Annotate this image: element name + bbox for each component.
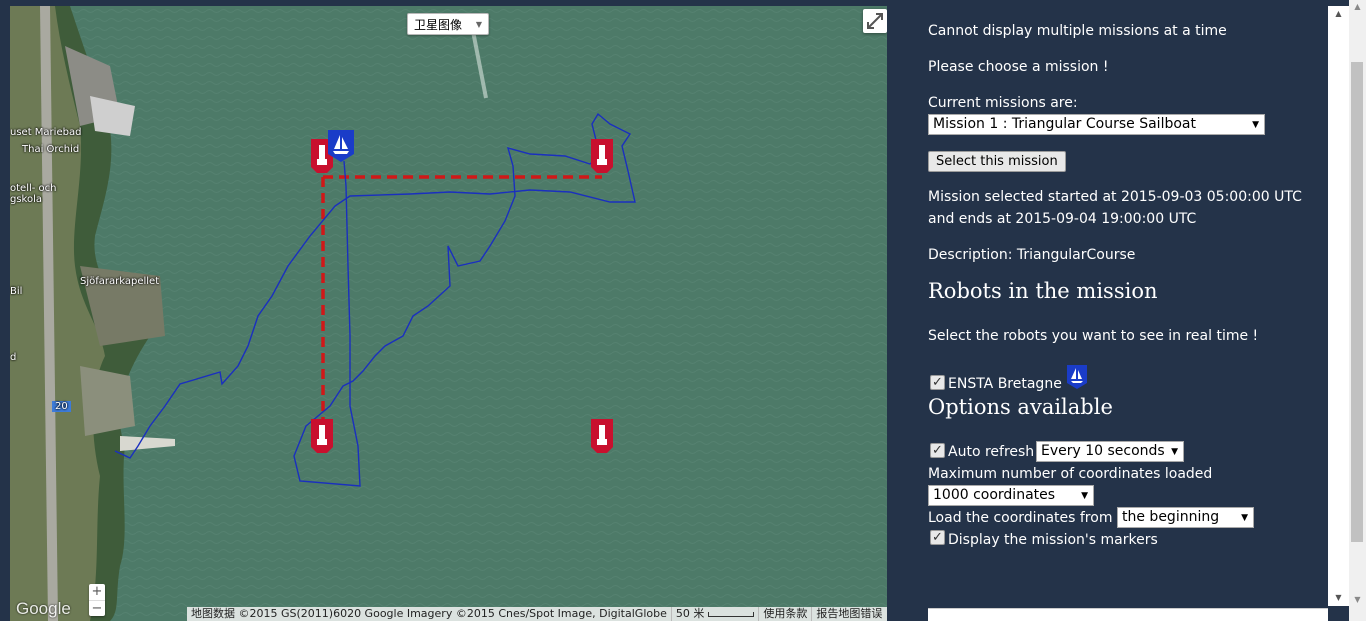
course-marker[interactable] [591,139,613,173]
fullscreen-button[interactable] [863,9,887,33]
google-logo: Google [16,599,71,618]
attribution-text: 地图数据 ©2015 GS(2011)6020 Google Imagery ©… [191,607,667,620]
chevron-down-icon: ▼ [1171,447,1178,457]
options-heading: Options available [928,395,1113,419]
scrollbar-thumb[interactable] [1351,62,1363,542]
scale-label: 50 米 [675,607,705,620]
load-from-label: Load the coordinates from [928,510,1113,526]
max-coords-select[interactable]: 1000 coordinates ▼ [928,485,1094,506]
chevron-down-icon: ▼ [475,20,482,29]
map-view[interactable]: uset Mariebad Thai Orchid otell- och gsk… [10,6,887,621]
zoom-out-button[interactable]: − [89,601,105,617]
mission-select-value: Mission 1 : Triangular Course Sailboat [933,116,1196,132]
course-marker[interactable] [591,419,613,453]
place-label: uset Mariebad [10,127,82,138]
chevron-down-icon: ▼ [1241,513,1248,523]
chevron-down-icon: ▼ [1081,491,1088,501]
place-label: gskola [10,194,43,205]
map-type-select[interactable]: 卫星图像 ▼ [407,13,489,35]
chevron-down-icon: ▼ [1252,120,1259,130]
map-attribution: 地图数据 ©2015 GS(2011)6020 Google Imagery ©… [187,607,887,621]
load-from-value: the beginning [1122,509,1220,525]
place-label: d [10,352,17,363]
scroll-down-icon[interactable]: ▼ [1349,593,1366,607]
sailboat-icon [1067,365,1087,389]
missions-label: Current missions are: [928,95,1078,111]
report-error-link[interactable]: 报告地图错误 [811,607,886,621]
robots-heading: Robots in the mission [928,279,1158,303]
place-label: Bil [10,286,23,297]
mission-panel: Cannot display multiple missions at a ti… [887,6,1328,606]
place-label: Sjöfararkapellet [80,276,160,287]
fullscreen-icon [867,13,883,29]
mission-start-text: Mission selected started at 2015-09-03 0… [928,189,1302,205]
map-type-label: 卫星图像 [414,18,463,32]
zoom-in-button[interactable]: + [89,584,105,601]
auto-refresh-label: Auto refresh [948,444,1035,460]
terms-link[interactable]: 使用条款 [758,607,811,621]
robot-name: ENSTA Bretagne [948,376,1062,392]
mission-end-text: and ends at 2015-09-04 19:00:00 UTC [928,211,1197,227]
scroll-up-icon[interactable]: ▲ [1328,6,1349,22]
info-text: Cannot display multiple missions at a ti… [928,23,1227,39]
panel-scrollbar[interactable]: ▲ ▼ [1328,6,1349,606]
scale-indicator: 50 米 [670,607,759,621]
place-label: Thai Orchid [22,144,80,155]
display-markers-checkbox[interactable]: ✓ [930,530,945,545]
road-shield: 20 [52,401,71,412]
satellite-imagery [10,6,887,621]
scale-bar [708,611,755,617]
scroll-up-icon[interactable]: ▲ [1349,0,1366,14]
scroll-down-icon[interactable]: ▼ [1328,590,1349,606]
robot-checkbox[interactable]: ✓ [930,375,945,390]
display-markers-label: Display the mission's markers [948,532,1158,548]
max-coords-value: 1000 coordinates [933,487,1056,503]
page-scrollbar[interactable]: ▲ ▼ [1349,0,1366,621]
zoom-control: + − [89,584,105,616]
info-text: Please choose a mission ! [928,59,1109,75]
course-marker[interactable] [311,419,333,453]
auto-refresh-checkbox[interactable]: ✓ [930,443,945,458]
mission-select[interactable]: Mission 1 : Triangular Course Sailboat ▼ [928,114,1265,135]
select-mission-button[interactable]: Select this mission [928,151,1066,172]
robots-hint: Select the robots you want to see in rea… [928,328,1259,344]
load-from-select[interactable]: the beginning ▼ [1117,507,1254,528]
max-coords-label: Maximum number of coordinates loaded [928,466,1213,482]
panel-horizontal-scrollbar[interactable] [928,608,1328,621]
auto-refresh-select[interactable]: Every 10 seconds ▼ [1036,441,1184,462]
auto-refresh-value: Every 10 seconds [1041,443,1165,459]
place-label: otell- och [10,183,57,194]
mission-description: Description: TriangularCourse [928,247,1136,263]
